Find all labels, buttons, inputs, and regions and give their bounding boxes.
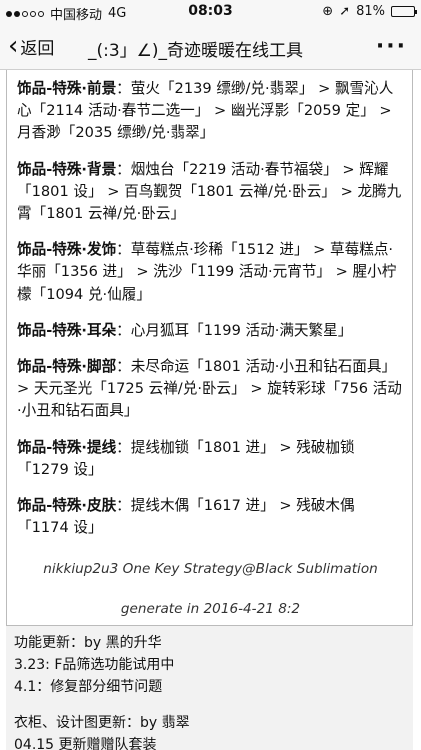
entry-category: 饰品-特殊·脚部 xyxy=(17,358,117,376)
update-line: 衣柜、设计图更新：by 翡翠 xyxy=(14,715,190,731)
back-button[interactable]: ‹ 返回 xyxy=(8,33,54,59)
entry-text: ：心月狐耳「1199 活动·满天繁星」 xyxy=(116,321,353,339)
entry-category: 饰品-特殊·发饰 xyxy=(17,241,117,259)
update-line: 3.23: F品筛选功能试用中 xyxy=(14,657,175,673)
more-menu-button[interactable]: ··· xyxy=(376,34,407,59)
web-content[interactable]: 饰品-特殊·前景：萤火「2139 缥缈/兑·翡翠」 > 飘雪沁人心「2114 活… xyxy=(0,70,421,750)
entry-category: 饰品-特殊·耳朵 xyxy=(17,321,117,339)
function-update-block: 功能更新：by 黑的升华 3.23: F品筛选功能试用中 4.1：修复部分细节问… xyxy=(14,632,413,698)
battery-icon xyxy=(391,6,417,17)
results-panel: 饰品-特殊·前景：萤火「2139 缥缈/兑·翡翠」 > 飘雪沁人心「2114 活… xyxy=(6,70,413,626)
rotation-lock-icon: ⊕ xyxy=(322,4,334,19)
result-entry: 饰品-特殊·背景：烟烛台「2219 活动·春节福袋」 > 辉耀「1801 设」 … xyxy=(17,159,404,226)
battery-percent: 81% xyxy=(356,4,385,19)
result-entry: 饰品-特殊·皮肤：提线木偶「1617 进」 > 残破木偶「1174 设」 xyxy=(17,495,404,539)
update-line: 功能更新：by 黑的升华 xyxy=(14,635,162,651)
nav-bar: ‹ 返回 _(:3」∠)_奇迹暖暖在线工具 ··· xyxy=(0,24,421,70)
status-right: ⊕ ➚ 81% xyxy=(322,4,417,19)
page-title: _(:3」∠)_奇迹暖暖在线工具 xyxy=(88,41,304,61)
wardrobe-update-block: 衣柜、设计图更新：by 翡翠 04.15 更新赠赠队套装 xyxy=(14,712,413,750)
update-line: 4.1：修复部分细节问题 xyxy=(14,679,163,695)
entry-category: 饰品-特殊·前景 xyxy=(17,80,117,97)
result-entry: 饰品-特殊·脚部：未尽命运「1801 活动·小丑和钻石面具」 > 天元圣光「17… xyxy=(17,356,404,423)
result-entry: 饰品-特殊·耳朵：心月狐耳「1199 活动·满天繁星」 xyxy=(17,320,404,342)
update-notes: 功能更新：by 黑的升华 3.23: F品筛选功能试用中 4.1：修复部分细节问… xyxy=(6,626,413,750)
result-entry: 饰品-特殊·提线：提线枷锁「1801 进」 > 残破枷锁「1279 设」 xyxy=(17,437,404,481)
result-entry: 饰品-特殊·发饰：草莓糕点·珍稀「1512 进」 > 草莓糕点·华丽「1356 … xyxy=(17,239,404,306)
entry-category: 饰品-特殊·背景 xyxy=(17,160,117,178)
result-entry: 饰品-特殊·前景：萤火「2139 缥缈/兑·翡翠」 > 飘雪沁人心「2114 活… xyxy=(17,78,404,145)
back-label: 返回 xyxy=(20,38,55,59)
credit-line: nikkiup2u3 One Key Strategy@Black Sublim… xyxy=(43,561,378,578)
generated-line: generate in 2016-4-21 8:2 xyxy=(120,601,301,618)
chevron-left-icon: ‹ xyxy=(8,31,19,61)
entry-category: 饰品-特殊·提线 xyxy=(17,438,117,456)
entry-category: 饰品-特殊·皮肤 xyxy=(17,497,117,515)
update-line: 04.15 更新赠赠队套装 xyxy=(14,737,157,750)
status-bar: 中国移动 4G 08:03 ⊕ ➚ 81% xyxy=(0,0,421,24)
location-arrow-icon: ➚ xyxy=(339,4,351,19)
